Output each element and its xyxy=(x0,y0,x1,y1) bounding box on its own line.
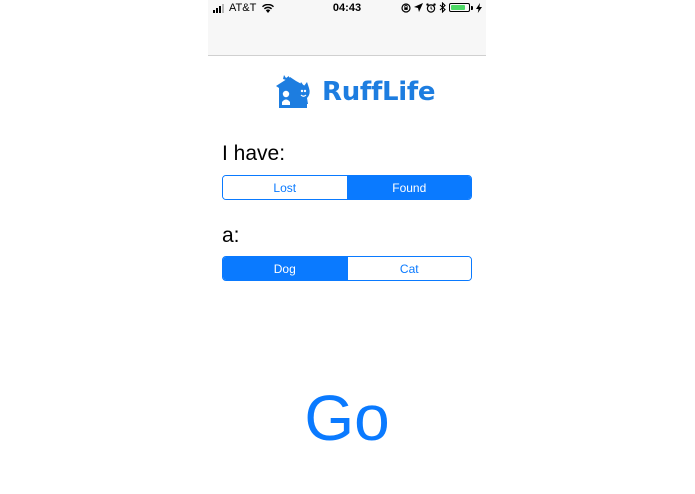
segment-cat[interactable]: Cat xyxy=(346,257,471,280)
animal-question-label: a: xyxy=(222,224,240,247)
segment-found[interactable]: Found xyxy=(346,176,471,199)
go-button[interactable]: Go xyxy=(208,378,486,458)
animal-segmented-control[interactable]: Dog Cat xyxy=(222,256,472,281)
charging-icon xyxy=(476,2,482,13)
navigation-bar xyxy=(208,18,486,56)
rotation-lock-icon xyxy=(401,2,411,13)
location-icon xyxy=(414,3,423,12)
status-bar: AT&T 04:43 xyxy=(208,0,486,18)
alarm-icon xyxy=(426,2,436,13)
status-segmented-control[interactable]: Lost Found xyxy=(222,175,472,200)
segment-lost[interactable]: Lost xyxy=(223,176,347,199)
segment-dog[interactable]: Dog xyxy=(223,257,347,280)
app-name: RuffLife xyxy=(322,77,436,107)
bluetooth-icon xyxy=(439,2,446,13)
app-screen: AT&T 04:43 RuffLife I have: Lost Found a… xyxy=(208,0,486,494)
pets-house-icon xyxy=(276,75,310,108)
battery-icon xyxy=(449,3,470,12)
status-question-label: I have: xyxy=(222,142,286,165)
app-logo: RuffLife xyxy=(274,74,435,110)
